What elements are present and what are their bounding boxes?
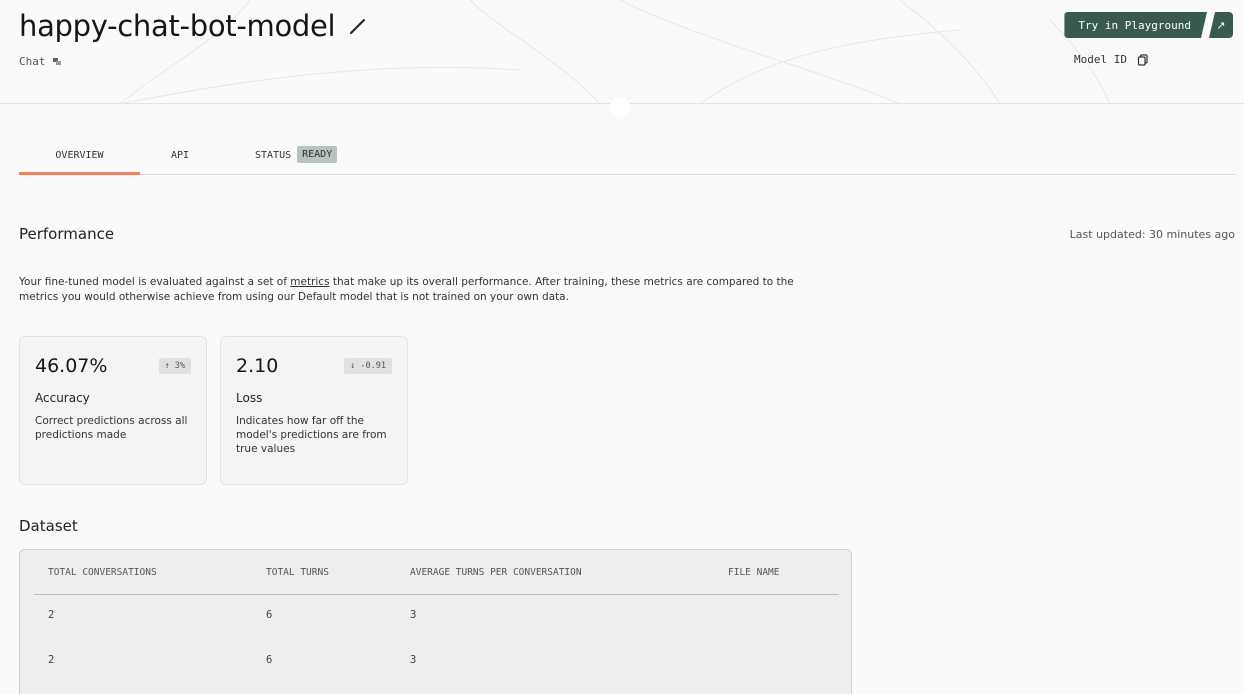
- pencil-icon[interactable]: [349, 17, 367, 35]
- loss-label: Loss: [236, 391, 263, 405]
- tab-status[interactable]: STATUS READY: [255, 142, 338, 174]
- metrics-link[interactable]: metrics: [290, 276, 329, 288]
- loss-card: 2.10 ↓ -0.91 Loss Indicates how far off …: [220, 336, 408, 485]
- tab-overview[interactable]: OVERVIEW: [19, 142, 140, 175]
- loss-delta-badge: ↓ -0.91: [344, 358, 392, 374]
- table-cell: 3: [410, 609, 417, 621]
- page-title: happy-chat-bot-model: [19, 9, 336, 43]
- tab-api-label: API: [171, 150, 190, 161]
- model-id-row: Model ID: [1074, 53, 1149, 66]
- table-row: 2 6 3: [34, 596, 839, 636]
- model-id-label: Model ID: [1074, 53, 1127, 66]
- performance-heading: Performance: [19, 225, 115, 243]
- column-header: TOTAL TURNS: [266, 567, 329, 578]
- model-type-row: Chat: [19, 55, 62, 68]
- title-row: happy-chat-bot-model: [19, 9, 367, 43]
- status-badge: READY: [297, 146, 338, 163]
- loss-value: 2.10: [236, 355, 279, 377]
- loss-description: Indicates how far off the model's predic…: [236, 415, 387, 455]
- table-cell: 6: [266, 609, 273, 621]
- table-cell: 3: [410, 654, 417, 666]
- column-header: TOTAL CONVERSATIONS: [48, 567, 157, 578]
- dataset-table: TOTAL CONVERSATIONS TOTAL TURNS AVERAGE …: [19, 549, 852, 694]
- external-link-icon: ↗: [1216, 19, 1226, 32]
- accuracy-value: 46.07%: [35, 355, 108, 377]
- column-header: AVERAGE TURNS PER CONVERSATION: [410, 567, 582, 578]
- model-type-label: Chat: [19, 55, 46, 68]
- tab-status-label: STATUS: [255, 150, 292, 161]
- open-external-button[interactable]: ↗: [1209, 12, 1233, 38]
- dataset-heading: Dataset: [19, 517, 78, 535]
- accuracy-card: 46.07% ↑ 3% Accuracy Correct predictions…: [19, 336, 207, 485]
- table-cell: 2: [48, 609, 55, 621]
- tab-api[interactable]: API: [171, 142, 189, 174]
- description-text-start: Your fine-tuned model is evaluated again…: [19, 276, 291, 288]
- table-cell: 2: [48, 654, 55, 666]
- try-in-playground-button[interactable]: Try in Playground: [1064, 12, 1207, 38]
- header-actions: Try in Playground ↗: [1064, 12, 1233, 38]
- accuracy-delta-badge: ↑ 3%: [158, 358, 191, 374]
- table-row: 2 6 3: [34, 641, 839, 681]
- metric-header: 2.10 ↓ -0.91: [236, 355, 392, 377]
- page-header: happy-chat-bot-model Chat Try in Playgro…: [0, 0, 1244, 104]
- tab-bar: OVERVIEW API STATUS READY: [19, 142, 1236, 175]
- accuracy-description: Correct predictions across all predictio…: [35, 415, 188, 441]
- tab-overview-label: OVERVIEW: [55, 150, 104, 161]
- decorative-dot: [610, 97, 630, 117]
- performance-description: Your fine-tuned model is evaluated again…: [19, 275, 809, 305]
- last-updated-text: Last updated: 30 minutes ago: [1069, 228, 1235, 241]
- chat-icon: [52, 57, 61, 65]
- table-header-row: TOTAL CONVERSATIONS TOTAL TURNS AVERAGE …: [34, 550, 839, 595]
- column-header: FILE NAME: [728, 567, 780, 578]
- table-cell: 6: [266, 654, 273, 666]
- accuracy-label: Accuracy: [35, 391, 90, 405]
- metric-header: 46.07% ↑ 3%: [35, 355, 191, 377]
- copy-icon[interactable]: [1137, 53, 1149, 66]
